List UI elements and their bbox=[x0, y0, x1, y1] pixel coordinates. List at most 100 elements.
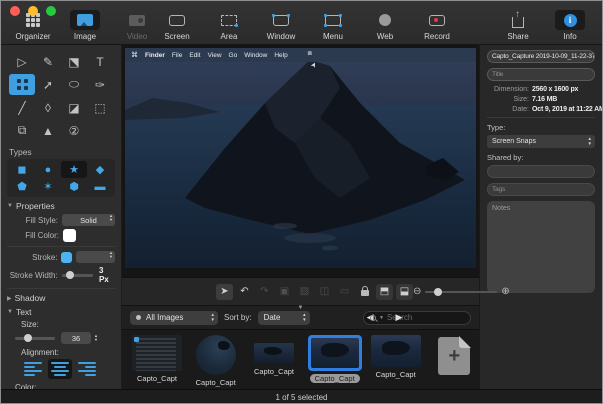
text-header[interactable]: ▼ Text bbox=[7, 307, 115, 317]
arrow-tool[interactable]: ➚ bbox=[35, 74, 61, 95]
sort-select[interactable]: Date ▲▼ bbox=[258, 311, 310, 325]
stroke-style-select[interactable]: ▲▼ bbox=[76, 251, 115, 263]
properties-header[interactable]: ▼ Properties bbox=[7, 201, 115, 211]
redo-button[interactable]: ↷ bbox=[256, 284, 273, 300]
zoom-in-icon[interactable]: ⊕ bbox=[501, 286, 509, 297]
lock-button[interactable] bbox=[356, 284, 373, 300]
tags-field[interactable]: Tags bbox=[487, 183, 595, 196]
menu-button[interactable]: Menu bbox=[307, 10, 359, 44]
screen-capture-icon bbox=[169, 15, 185, 26]
type-pentagon[interactable]: ⬟ bbox=[9, 178, 35, 195]
collapse-handle-icon[interactable]: ▼ bbox=[298, 305, 304, 311]
minimize-button[interactable] bbox=[28, 6, 38, 16]
fill-style-select[interactable]: Solid ▲▼ bbox=[62, 214, 115, 226]
filename-field[interactable]: Capto_Capture 2019-10-09_11-22-37 bbox=[487, 50, 595, 63]
disabled-tool-3-button[interactable]: ◫ bbox=[316, 284, 333, 300]
zoom-control: ⊖ ⊕ bbox=[413, 286, 510, 297]
web-button[interactable]: Web bbox=[359, 10, 411, 44]
zoom-out-icon[interactable]: ⊖ bbox=[413, 286, 421, 297]
disabled-tool-1-button[interactable]: ▣ bbox=[276, 284, 293, 300]
button-label: Share bbox=[507, 32, 528, 41]
thumbnail-1[interactable]: Capto_Capt bbox=[132, 335, 182, 383]
type-star-burst[interactable]: ✶ bbox=[35, 178, 61, 195]
select-tool[interactable]: ▷ bbox=[9, 51, 35, 72]
tool-palette: ▷✎⬔T ➚⬭✑ ╱◊◪⬚ ⧉▲② bbox=[9, 51, 113, 141]
type-circle[interactable]: ● bbox=[35, 161, 61, 178]
shape-types-grid: ◼●★◆ ⬟✶⬢▬ bbox=[7, 159, 115, 197]
type-label: Type: bbox=[487, 123, 595, 132]
status-bar: 1 of 5 selected bbox=[1, 389, 602, 404]
screen-button[interactable]: Screen bbox=[151, 10, 203, 44]
thumbnail-5[interactable]: Capto_Capt bbox=[371, 335, 421, 379]
callout-shape-tool[interactable]: ⬔ bbox=[61, 51, 87, 72]
share-button[interactable]: Share bbox=[492, 10, 544, 44]
eraser-tool[interactable]: ◪ bbox=[61, 97, 87, 118]
metadata-row: Size:7.16 MB bbox=[487, 96, 595, 103]
record-button[interactable]: Record bbox=[411, 10, 463, 44]
select-cursor-button[interactable]: ➤ bbox=[216, 284, 233, 300]
speech-bubble-tool[interactable]: ⬭ bbox=[61, 74, 87, 95]
collection-filter-select[interactable]: All Images ▲▼ bbox=[130, 311, 218, 325]
shapes-grid-icon bbox=[16, 78, 29, 91]
type-hexagon[interactable]: ⬢ bbox=[61, 178, 87, 195]
menubar-item-finder: Finder bbox=[145, 52, 165, 59]
stroke-width-value: 3 Px bbox=[99, 266, 115, 284]
marquee-tool[interactable]: ⬚ bbox=[87, 97, 113, 118]
shadow-header[interactable]: ▶ Shadow bbox=[7, 293, 115, 303]
line-tool[interactable]: ╱ bbox=[9, 97, 35, 118]
thumbnail-4[interactable]: Capto_Capt bbox=[308, 335, 362, 383]
close-button[interactable] bbox=[10, 6, 20, 16]
thumbnail-3[interactable]: Capto_Capt bbox=[249, 335, 298, 376]
info-button[interactable]: iInfo bbox=[544, 10, 596, 44]
zoom-button[interactable] bbox=[46, 6, 56, 16]
align-center-button[interactable] bbox=[48, 359, 72, 379]
metadata-label: Dimension: bbox=[487, 86, 529, 93]
zoom-slider[interactable] bbox=[425, 291, 497, 293]
blur-drop-tool[interactable]: ◊ bbox=[35, 97, 61, 118]
types-label: Types bbox=[9, 147, 115, 157]
capture-buttons: ScreenAreaWindowMenuWebRecord bbox=[151, 10, 463, 44]
pencil-tool[interactable]: ✎ bbox=[35, 51, 61, 72]
add-file-button[interactable] bbox=[430, 335, 479, 375]
stepper-icon[interactable]: ▲▼ bbox=[94, 334, 98, 342]
apple-menu-icon: ⌘ bbox=[131, 51, 138, 59]
type-rounded-square[interactable]: ◼ bbox=[9, 161, 35, 178]
shapes-tool[interactable] bbox=[9, 74, 35, 95]
text-size-slider[interactable] bbox=[15, 337, 55, 340]
fill-color-swatch[interactable] bbox=[63, 229, 76, 242]
align-right-button[interactable] bbox=[75, 359, 99, 379]
spotlight-tool[interactable]: ▲ bbox=[35, 120, 61, 141]
title-field[interactable]: Title bbox=[487, 68, 595, 81]
text-tool[interactable]: T bbox=[87, 51, 113, 72]
stepper-icon: ▲▼ bbox=[302, 312, 306, 322]
text-size-field[interactable]: 36 bbox=[61, 332, 91, 344]
menubar-item-edit: Edit bbox=[189, 52, 200, 59]
stepper-icon: ▲▼ bbox=[109, 214, 113, 222]
image-canvas[interactable]: ⌘FinderFileEditViewGoWindowHelp ⧈ ➤ bbox=[122, 45, 479, 277]
crop-tool[interactable]: ⧉ bbox=[9, 120, 35, 141]
edit-toolbar: ➤↶↷▣▨◫▭⬒⬓ ⊖ ⊕ ▼ bbox=[122, 277, 479, 305]
next-item-button[interactable]: ▶ bbox=[396, 312, 403, 323]
stroke-width-slider[interactable] bbox=[62, 274, 93, 277]
highlighter-tool[interactable]: ✑ bbox=[87, 74, 113, 95]
stroke-color-swatch[interactable] bbox=[61, 252, 72, 263]
notes-field[interactable]: Notes bbox=[487, 201, 595, 293]
type-star[interactable]: ★ bbox=[61, 161, 87, 178]
menubar-item-view: View bbox=[208, 52, 222, 59]
disabled-tool-4-button[interactable]: ▭ bbox=[336, 284, 353, 300]
export-button[interactable]: ⬓ bbox=[396, 284, 413, 300]
undo-button[interactable]: ↶ bbox=[236, 284, 253, 300]
type-pill[interactable]: ▬ bbox=[87, 178, 113, 195]
video-icon bbox=[129, 15, 145, 26]
type-diamond[interactable]: ◆ bbox=[87, 161, 113, 178]
disabled-tool-2-button[interactable]: ▨ bbox=[296, 284, 313, 300]
canvas-button[interactable]: ⬒ bbox=[376, 284, 393, 300]
image-button[interactable]: Image bbox=[59, 10, 111, 44]
window-button[interactable]: Window bbox=[255, 10, 307, 44]
area-button[interactable]: Area bbox=[203, 10, 255, 44]
thumbnail-2[interactable]: Capto_Capt bbox=[191, 335, 240, 387]
shared-by-field bbox=[487, 165, 595, 178]
type-select[interactable]: Screen Snaps ▲▼ bbox=[487, 135, 595, 148]
numbered-steps-tool[interactable]: ② bbox=[61, 120, 87, 141]
align-left-button[interactable] bbox=[21, 359, 45, 379]
